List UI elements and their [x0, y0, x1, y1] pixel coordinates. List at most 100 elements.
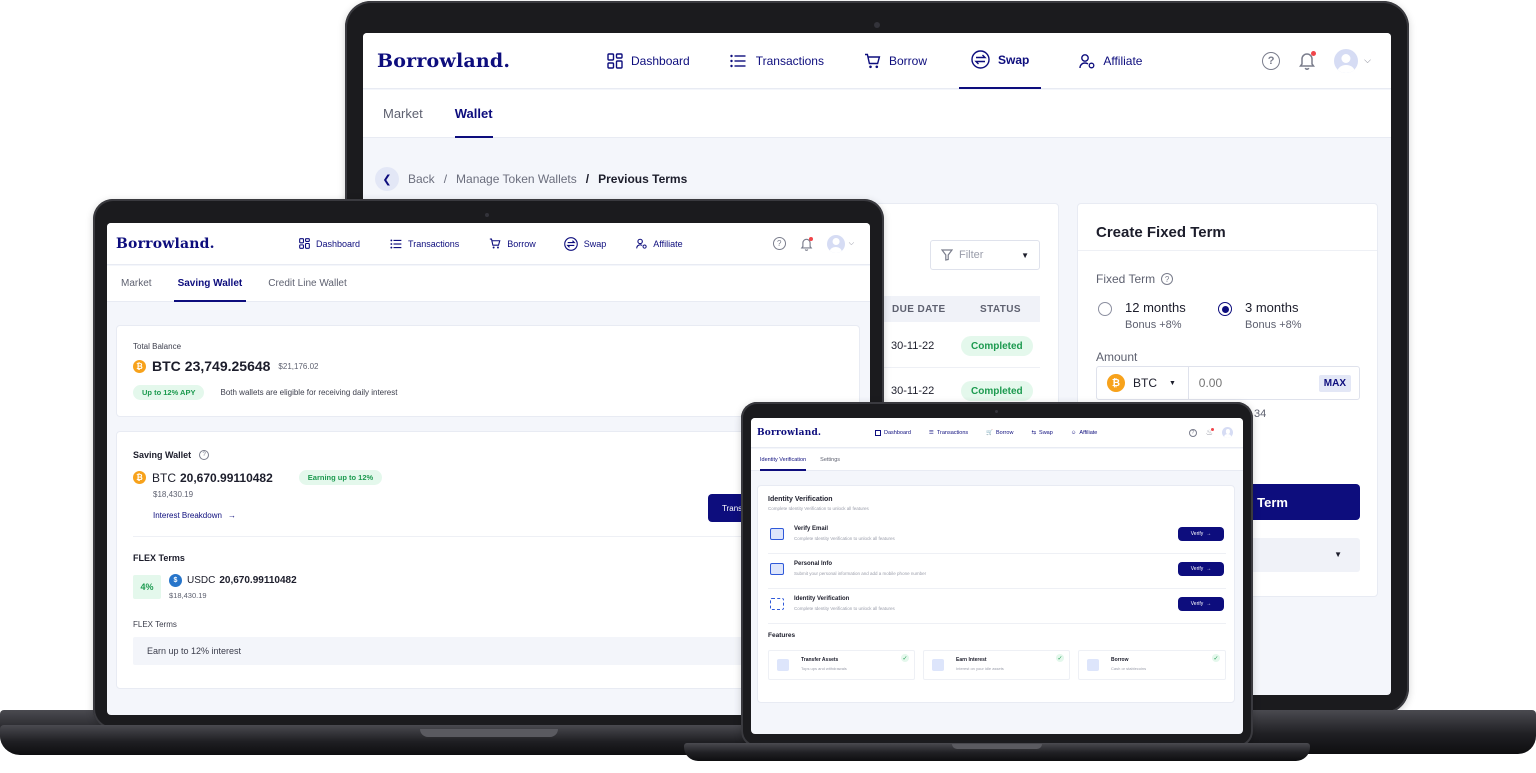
nav-swap[interactable]: ⇆ Swap [1031, 418, 1052, 448]
tablet-topbar: Borrowland. Dashboard ☰ Transactions 🛒 Bor… [751, 418, 1243, 448]
asset-select[interactable]: ₿ BTC ▼ [1097, 367, 1189, 399]
amount-label: Amount [1096, 350, 1138, 364]
option-bonus: Bonus +8% [1245, 319, 1302, 331]
tab-market[interactable]: Market [121, 266, 152, 301]
filter-dropdown[interactable]: Filter ▼ [930, 240, 1040, 270]
nav-affiliate-label: Affiliate [653, 238, 683, 249]
identity-card: Identity Verification Complete Identity … [757, 485, 1235, 703]
fixed-term-title: Create Fixed Term [1096, 224, 1226, 241]
tablet-notch [952, 744, 1042, 749]
tab-saving-wallet[interactable]: Saving Wallet [173, 266, 247, 302]
feature-sub: Cash or stablecoins [1111, 666, 1147, 671]
flex-amount: 20,670.99110482 [219, 575, 297, 586]
nav-swap-label: Swap [1039, 429, 1053, 436]
option-label: 3 months [1245, 300, 1299, 315]
feature-sub: Tops ups and withdrawals [801, 666, 847, 671]
verify-item-sub: Submit your personal information and add… [794, 571, 927, 576]
nav-borrow[interactable]: 🛒 Borrow [986, 418, 1013, 448]
transfer-icon [777, 659, 789, 671]
nav-affiliate-label: Affiliate [1079, 429, 1098, 436]
help-icon[interactable]: ? [1161, 273, 1174, 285]
nav-borrow-label: Borrow [996, 429, 1014, 436]
id-card-icon [770, 563, 784, 575]
interest-breakdown-link[interactable]: Interest Breakdown → [153, 511, 236, 520]
flex-terms-subtitle: FLEX Terms [133, 620, 177, 629]
help-icon[interactable]: ? [199, 450, 210, 460]
radio-3-months[interactable]: 3 months Bonus +8% [1218, 300, 1302, 331]
tab-identity-verification[interactable]: Identity Verification [760, 449, 807, 471]
help-icon[interactable]: ? [1262, 51, 1281, 70]
notification-dot [1211, 428, 1214, 431]
nav-swap[interactable]: Swap [958, 33, 1042, 89]
feature-card: Earn Interest Interest on your idle asse… [923, 650, 1070, 680]
header-due-date: DUE DATE [892, 303, 946, 315]
face-scan-icon [770, 598, 784, 610]
tablet-device: Borrowland. Dashboard ☰ Transactions 🛒 Bor… [680, 400, 1320, 773]
nav-swap-label: Swap [997, 52, 1030, 67]
avatar[interactable] [1222, 427, 1233, 438]
nav-transactions[interactable]: ☰ Transactions [929, 418, 968, 448]
saving-usd: $18,430.19 [153, 490, 194, 499]
status-badge: Completed [961, 381, 1033, 401]
flex-info-text: Earn up to 12% interest [147, 646, 242, 656]
flex-balance-row: $ USDC 20,670.99110482 [169, 574, 297, 587]
verify-item-title: Personal Info [794, 561, 833, 567]
radio-text: 12 months Bonus +8% [1125, 300, 1186, 331]
flex-usd: $18,430.19 [169, 591, 207, 600]
nav-dashboard[interactable]: Dashboard [299, 223, 360, 265]
help-icon[interactable]: ? [772, 237, 786, 250]
interest-note: Both wallets are eligible for receiving … [220, 388, 398, 397]
flex-terms-title: FLEX Terms [133, 553, 185, 563]
nav-borrow[interactable]: Borrow [489, 223, 536, 265]
bell-icon[interactable]: ♨ [1206, 428, 1214, 437]
verify-button[interactable]: Verify → [1178, 562, 1224, 576]
verify-item-sub: Complete Identity Verification to unlock… [794, 606, 895, 611]
caret-down-icon: ▼ [1334, 550, 1342, 559]
max-button[interactable]: MAX [1318, 374, 1351, 392]
amount-input[interactable] [1198, 376, 1319, 390]
check-icon: ✓ [1056, 654, 1064, 662]
nav-affiliate[interactable]: Affiliate [636, 223, 683, 265]
caret-down-icon: ▼ [1021, 250, 1029, 260]
earning-badge: Earning up to 12% [298, 470, 383, 485]
bell-icon[interactable] [800, 236, 813, 251]
nav-transactions[interactable]: Transactions [390, 223, 459, 265]
nav-dashboard[interactable]: Dashboard [875, 418, 911, 448]
grid-icon [875, 429, 881, 436]
help-icon[interactable]: ? [1188, 428, 1197, 437]
interest-breakdown-label: Interest Breakdown [153, 511, 222, 520]
btc-icon: ₿ [133, 359, 146, 373]
email-icon [770, 528, 784, 540]
feature-sub: Interest on your idle assets [956, 666, 1004, 671]
account-menu[interactable]: ⌵ [826, 234, 854, 253]
radio-unselected [1098, 302, 1112, 316]
logo[interactable]: Borrowland. [757, 428, 821, 438]
saving-amount: 20,670.99110482 [180, 470, 273, 485]
bell-icon[interactable] [1298, 51, 1317, 70]
tab-settings[interactable]: Settings [820, 449, 840, 470]
filter-icon [941, 249, 953, 261]
avatar [826, 234, 845, 253]
laptop-camera [485, 213, 489, 217]
logo[interactable]: Borrowland. [116, 236, 215, 252]
caret-down-icon: ▼ [1169, 379, 1176, 387]
nav-swap[interactable]: Swap [563, 223, 606, 265]
verify-row-personal: Personal Info Submit your personal infor… [768, 557, 1226, 589]
tab-credit-line-wallet[interactable]: Credit Line Wallet [268, 266, 347, 301]
total-amount: 23,749.25648 [184, 358, 271, 374]
header-status: STATUS [980, 303, 1021, 315]
verify-item-sub: Complete Identity Verification to unlock… [794, 536, 895, 541]
radio-12-months[interactable]: 12 months Bonus +8% [1098, 300, 1186, 331]
radio-selected [1218, 302, 1232, 316]
divider [1078, 250, 1377, 251]
nav-affiliate[interactable]: ☺ Affiliate [1071, 418, 1098, 448]
arrow-right-icon: → [1206, 566, 1212, 572]
tablet-tabs: Identity Verification Settings [751, 449, 1243, 471]
verify-button[interactable]: Verify → [1178, 527, 1224, 541]
account-menu[interactable]: ⌵ [1334, 48, 1371, 73]
laptop-topbar: Borrowland. Dashboard Transactions Borro… [107, 223, 870, 265]
verify-button[interactable]: Verify → [1178, 597, 1224, 611]
nav-affiliate[interactable]: Affiliate [1079, 33, 1142, 89]
radio-text: 3 months Bonus +8% [1245, 300, 1302, 331]
feature-title: Borrow [1111, 657, 1129, 663]
